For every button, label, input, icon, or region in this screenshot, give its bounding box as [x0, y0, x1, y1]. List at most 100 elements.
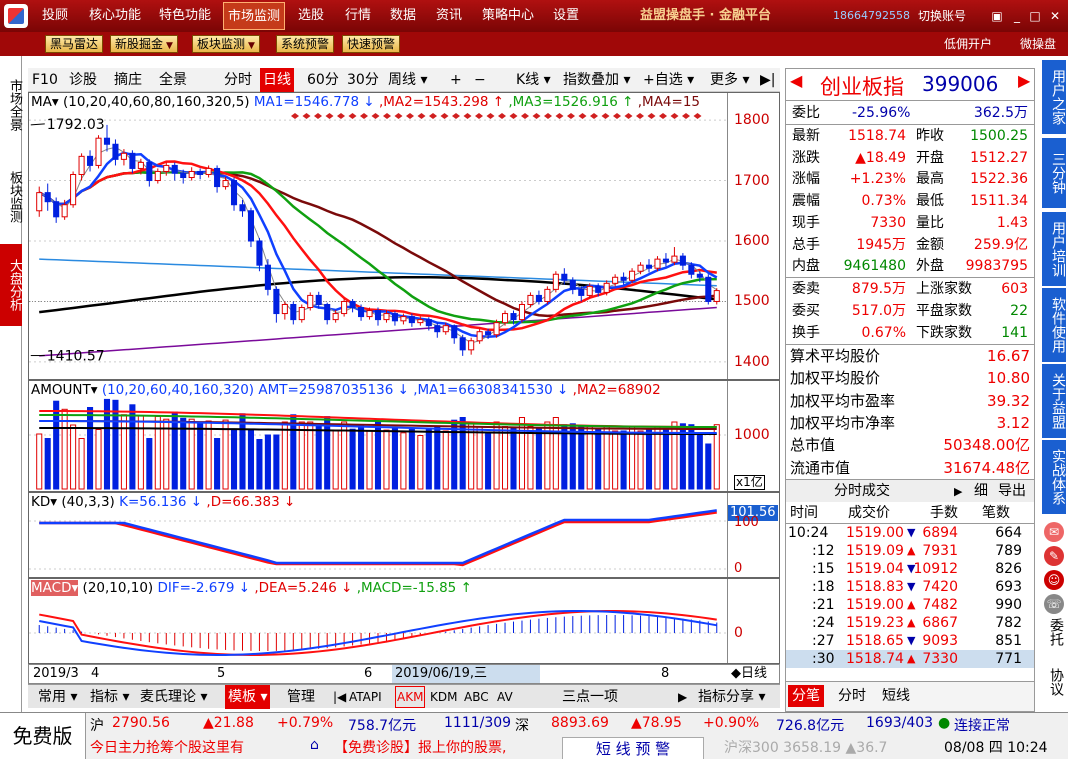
trade-row[interactable]: :15 1519.04 ▼ 10912 826	[786, 560, 1034, 578]
menu-item-core[interactable]: 核心功能	[89, 0, 141, 32]
zoom-out-button[interactable]: −	[474, 68, 486, 92]
zhaizhuang-button[interactable]: 摘庄	[114, 68, 142, 92]
expand-button[interactable]: ▶|	[760, 68, 775, 92]
tab-daily[interactable]: 日线	[260, 68, 294, 92]
chat-icon[interactable]: ✉	[1044, 522, 1064, 542]
next-stock-icon[interactable]: ▶	[1018, 71, 1030, 90]
add-watchlist-dropdown[interactable]: +自选 ▾	[643, 68, 694, 92]
tab-indicator[interactable]: 指标 ▾	[90, 685, 129, 709]
menu-item-news[interactable]: 资讯	[436, 0, 462, 32]
macd-chart[interactable]	[29, 579, 727, 663]
short-alert-button[interactable]: 短 线 预 警	[562, 737, 704, 759]
price-chart-panel[interactable]: MA▾ (10,20,40,60,80,160,320,5) MA1=1546.…	[28, 92, 780, 380]
candlestick-chart[interactable]: 1792.03 1410.57	[29, 93, 727, 379]
sector-monitor-button[interactable]: 板块监测 ▼	[192, 35, 260, 53]
trades-export-button[interactable]: 导出	[998, 480, 1026, 502]
trade-row[interactable]: 10:24 1519.00 ▼ 6894 664	[786, 524, 1034, 542]
new-stock-button[interactable]: 新股掘金 ▼	[110, 35, 178, 53]
tab-next[interactable]: ▶	[678, 685, 687, 709]
tab-60min[interactable]: 60分	[307, 68, 339, 92]
tab-share-indicator[interactable]: 指标分享 ▾	[698, 685, 765, 709]
menu-item-settings[interactable]: 设置	[553, 0, 579, 32]
free-version-label[interactable]: 免费版	[0, 713, 86, 759]
tab-manage[interactable]: 管理	[287, 685, 315, 709]
trade-row[interactable]: :12 1519.09 ▲ 7931 789	[786, 542, 1034, 560]
tab-about[interactable]: 关于益盟	[1042, 364, 1066, 438]
tab-short-line[interactable]: 短线	[882, 685, 910, 707]
tab-three-point[interactable]: 三点一项	[562, 685, 618, 709]
menu-item-strategy[interactable]: 策略中心	[482, 0, 534, 32]
tab-atapi[interactable]: ATAPI	[349, 685, 382, 709]
kd-chart[interactable]	[29, 493, 727, 577]
f10-button[interactable]: F10	[32, 68, 58, 92]
diagnose-button[interactable]: 诊股	[69, 68, 97, 92]
macd-chart-panel[interactable]: MACD▾ (20,10,10) DIF=-2.679 ↓ ,DEA=5.246…	[28, 578, 780, 664]
amount-chart-panel[interactable]: AMOUNT▾ (10,20,60,40,160,320) AMT=259870…	[28, 380, 780, 492]
tab-common[interactable]: 常用 ▾	[38, 685, 77, 709]
close-icon[interactable]: ✕	[1048, 9, 1062, 23]
period-mode-label[interactable]: ◆日线	[731, 665, 767, 683]
prev-stock-icon[interactable]: ◀	[790, 71, 802, 90]
trades-expand-icon[interactable]: ▶	[954, 481, 962, 503]
tab-weekly[interactable]: 周线 ▾	[388, 68, 427, 92]
minimize-icon[interactable]: _	[1010, 9, 1024, 23]
profile-icon[interactable]: ☺	[1044, 570, 1064, 590]
trade-row[interactable]: :18 1518.83 ▼ 7420 693	[786, 578, 1034, 596]
tab-sector-monitor[interactable]: 板块监测	[0, 156, 22, 238]
tab-30min[interactable]: 30分	[347, 68, 379, 92]
amount-chart[interactable]	[29, 381, 727, 491]
menu-item-select-stock[interactable]: 选股	[298, 0, 324, 32]
trade-row[interactable]: :24 1519.23 ▲ 6867 782	[786, 614, 1034, 632]
trade-volume: 7482	[922, 597, 958, 613]
kd-chart-panel[interactable]: KD▾ (40,3,3) K=56.136 ↓ ,D=66.383 ↓ 101.…	[28, 492, 780, 578]
tab-akm[interactable]: AKM	[395, 686, 426, 708]
tab-software-usage[interactable]: 软件使用	[1042, 288, 1066, 362]
service-icon[interactable]: ☏	[1044, 594, 1064, 614]
tab-user-home[interactable]: 用户之家	[1042, 60, 1066, 134]
quick-alert-button[interactable]: 快速预警	[342, 35, 401, 53]
tab-abc[interactable]: ABC	[464, 685, 489, 709]
tab-three-minutes[interactable]: 三分钟	[1042, 138, 1066, 208]
tab-kdm[interactable]: KDM	[430, 685, 457, 709]
tab-first[interactable]: |◀	[333, 685, 346, 709]
menu-item-market-monitor[interactable]: 市场监测	[223, 2, 286, 30]
ticker-text[interactable]: 今日主力抢筹个股这里有	[90, 737, 244, 757]
trade-row[interactable]: :21 1519.00 ▲ 7482 990	[786, 596, 1034, 614]
tab-ticks[interactable]: 分笔	[788, 685, 824, 707]
trade-row[interactable]: :30 1518.74 ▲ 7330 771	[786, 650, 1034, 668]
system-alert-button[interactable]: 系统预警	[276, 35, 335, 53]
zoom-in-button[interactable]: +	[450, 68, 462, 92]
agreement-link[interactable]: 协议	[1044, 668, 1064, 696]
menu-item-tougu[interactable]: 投顾	[42, 0, 68, 32]
heima-radar-button[interactable]: 黑马雷达	[45, 35, 104, 53]
tab-user-training[interactable]: 用户培训	[1042, 212, 1066, 286]
menu-item-data[interactable]: 数据	[390, 0, 416, 32]
message-icon[interactable]: ✎	[1044, 546, 1064, 566]
panorama-button[interactable]: 全景	[159, 68, 187, 92]
tab-intraday[interactable]: 分时	[224, 68, 252, 92]
tab-practice-system[interactable]: 实战体系	[1042, 440, 1066, 514]
kline-type-dropdown[interactable]: K线 ▾	[516, 68, 551, 92]
signal-marker	[406, 113, 414, 119]
trade-row[interactable]: :27 1518.65 ▼ 9093 851	[786, 632, 1034, 650]
maximize-icon[interactable]: □	[1028, 9, 1042, 23]
tab-template[interactable]: 模板 ▾	[225, 685, 271, 709]
low-commission-link[interactable]: 低佣开户	[944, 32, 992, 56]
tab-market-analysis[interactable]: 大盘分析	[0, 244, 22, 326]
tab-minute[interactable]: 分时	[838, 685, 866, 707]
switch-account-link[interactable]: 切换账号	[918, 0, 966, 32]
home-icon[interactable]: ⌂	[310, 737, 319, 753]
stat-label: 算术平均股价	[790, 347, 881, 365]
more-dropdown[interactable]: 更多 ▾	[710, 68, 749, 92]
index-overlay-dropdown[interactable]: 指数叠加 ▾	[563, 68, 630, 92]
tab-av[interactable]: AV	[497, 685, 513, 709]
tab-mai-theory[interactable]: 麦氏理论 ▾	[140, 685, 207, 709]
trades-detail-button[interactable]: 细	[974, 480, 988, 502]
menu-item-feature[interactable]: 特色功能	[159, 0, 211, 32]
ticker-text-2[interactable]: 【免费诊股】报上你的股票,	[334, 737, 506, 757]
micro-trade-link[interactable]: 微操盘	[1020, 32, 1056, 56]
tab-market-overview[interactable]: 市场全景	[0, 60, 22, 150]
skin-icon[interactable]: ▣	[990, 9, 1004, 23]
menu-item-quotes[interactable]: 行情	[345, 0, 371, 32]
entrust-link[interactable]: 委托	[1044, 618, 1064, 646]
